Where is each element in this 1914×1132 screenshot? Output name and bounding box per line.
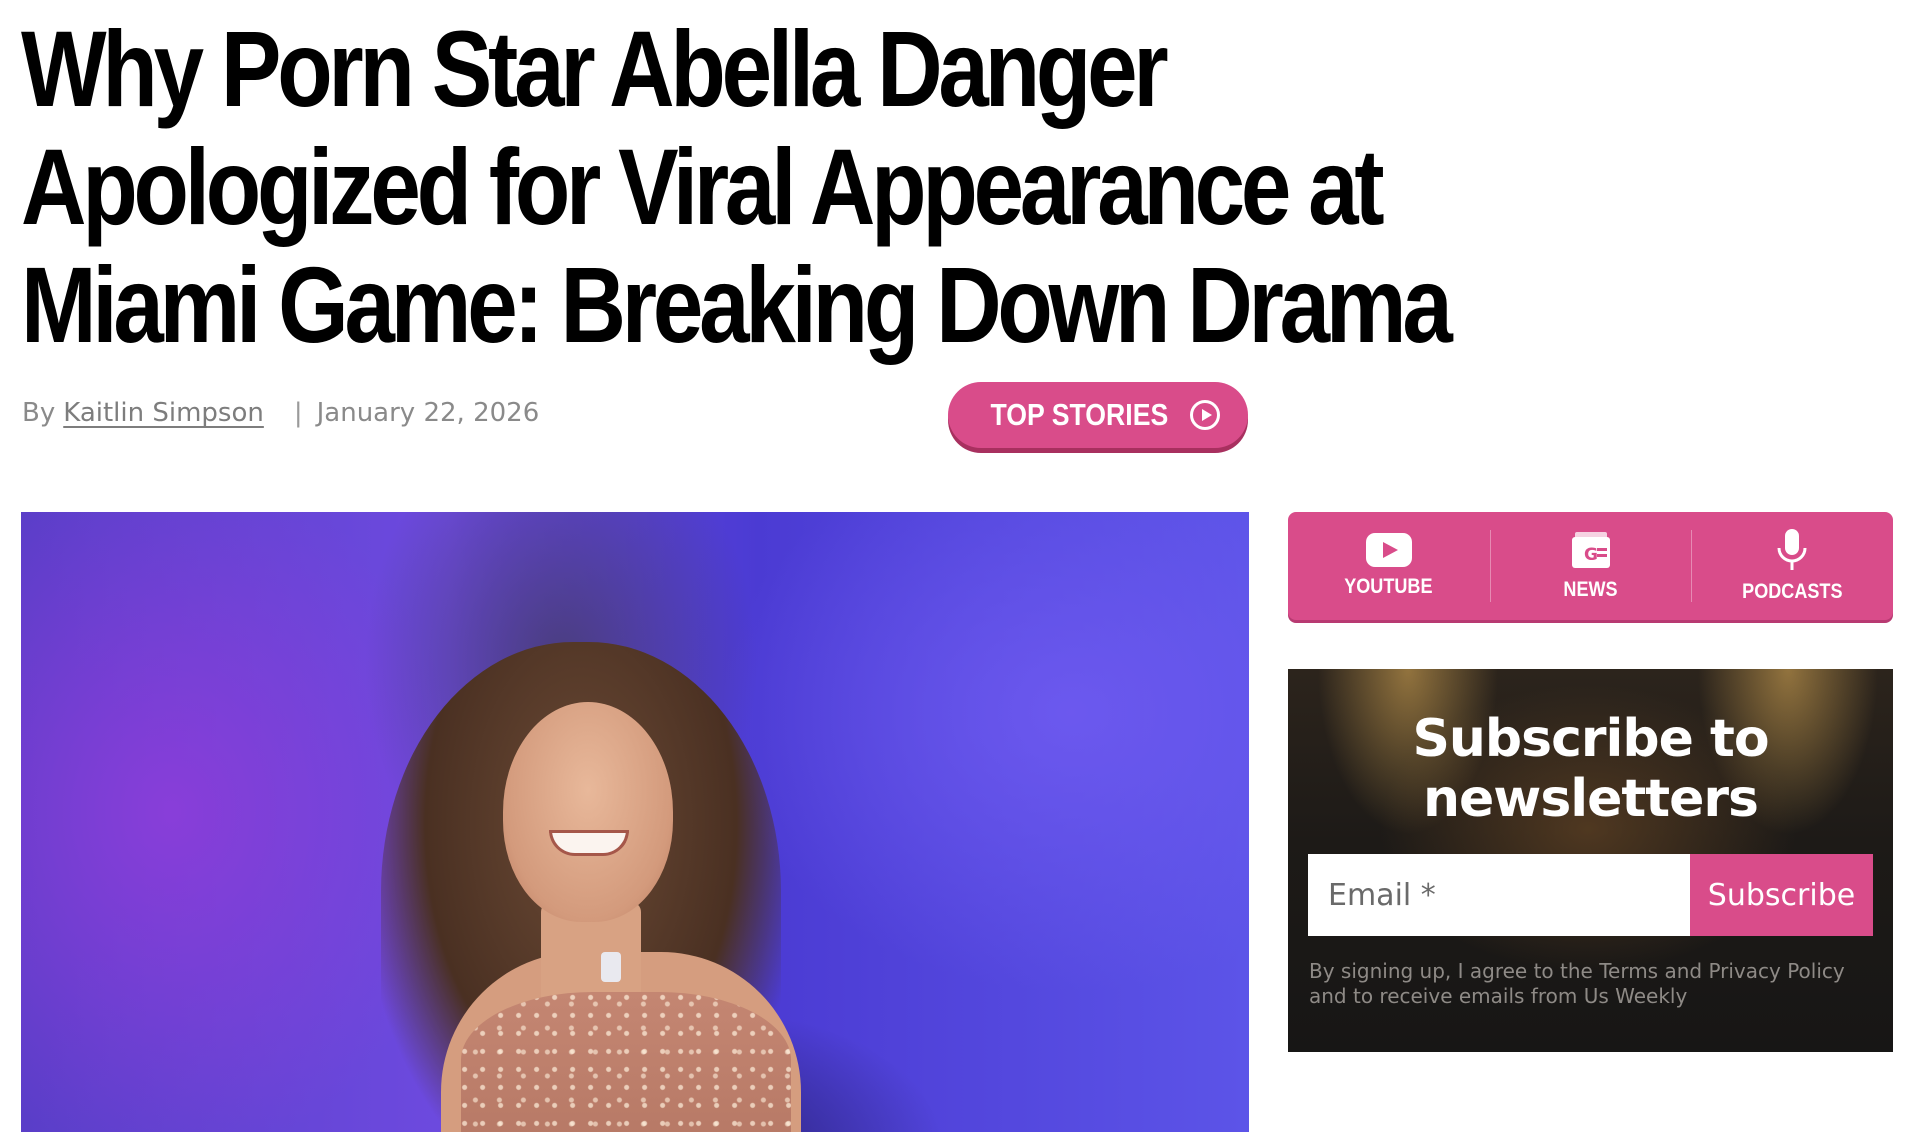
byline-separator: | bbox=[293, 398, 303, 428]
byline: By Kaitlin Simpson | January 22, 2026 bbox=[22, 398, 539, 428]
youtube-icon bbox=[1365, 533, 1412, 567]
subscribe-button[interactable]: Subscribe bbox=[1690, 854, 1873, 936]
social-youtube-label: YOUTUBE bbox=[1344, 575, 1433, 598]
email-field[interactable] bbox=[1308, 854, 1690, 936]
hero-image-necklace bbox=[601, 952, 621, 982]
social-news-label: NEWS bbox=[1563, 578, 1618, 601]
social-news-link[interactable]: G NEWS bbox=[1489, 512, 1692, 620]
hero-image[interactable] bbox=[21, 512, 1249, 1132]
article-headline: Why Porn Star Abella Danger Apologized f… bbox=[21, 8, 1453, 365]
social-podcasts-label: PODCASTS bbox=[1741, 580, 1843, 603]
play-circle-icon bbox=[1190, 400, 1221, 430]
newsletter-title: Subscribe to newsletters bbox=[1412, 709, 1769, 829]
publish-date: January 22, 2026 bbox=[316, 398, 540, 428]
byline-prefix: By bbox=[22, 398, 56, 428]
author-link[interactable]: Kaitlin Simpson bbox=[63, 398, 264, 428]
newsletter-signup: Subscribe to newsletters Subscribe By si… bbox=[1288, 669, 1893, 1052]
top-stories-label: TOP STORIES bbox=[990, 397, 1168, 432]
newsletter-form: Subscribe bbox=[1308, 854, 1873, 936]
top-stories-button[interactable]: TOP STORIES bbox=[948, 382, 1248, 448]
social-youtube-link[interactable]: YOUTUBE bbox=[1288, 512, 1490, 620]
social-podcasts-link[interactable]: PODCASTS bbox=[1691, 512, 1893, 620]
hero-image-face bbox=[503, 702, 673, 922]
hero-image-sequin-top bbox=[461, 992, 791, 1132]
social-links-bar: YOUTUBE G NEWS PODCASTS bbox=[1288, 512, 1893, 620]
newsletter-disclaimer: By signing up, I agree to the Terms and … bbox=[1309, 959, 1845, 1008]
microphone-icon bbox=[1777, 529, 1807, 570]
google-news-icon: G bbox=[1571, 532, 1610, 568]
svg-text:G: G bbox=[1584, 545, 1598, 565]
